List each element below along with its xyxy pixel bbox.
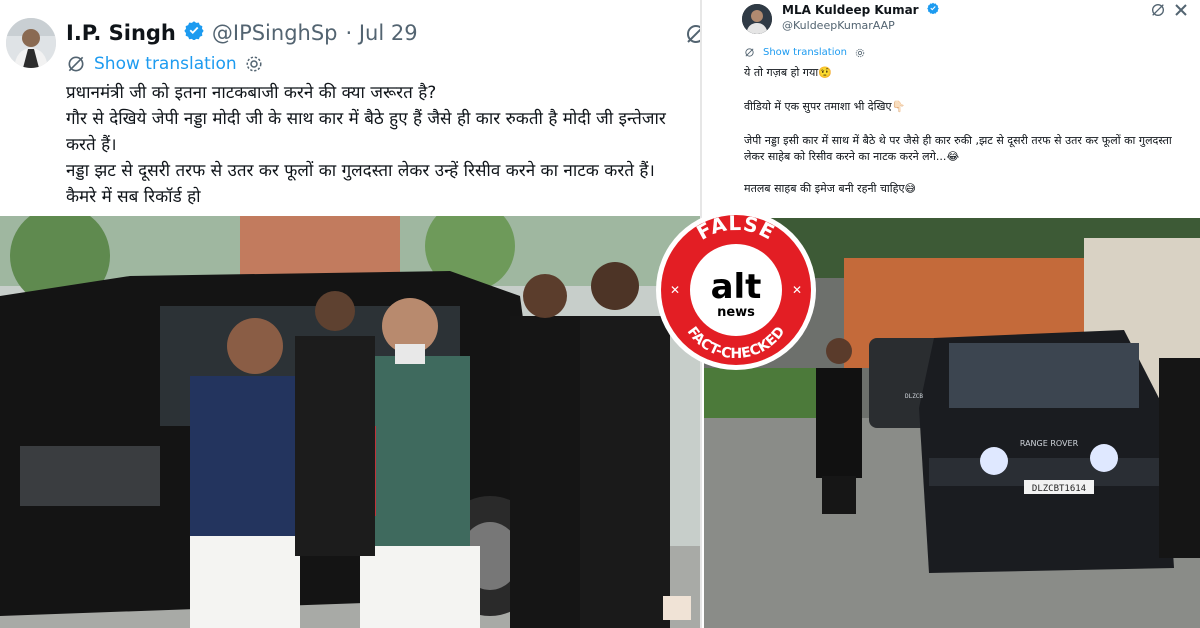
grok-slash-icon[interactable]	[1150, 2, 1166, 22]
handle[interactable]: @KuldeepKumarAAP	[782, 19, 895, 32]
left-tweet-screenshot: I.P. Singh @IPSinghSp · Jul 29 Show tran…	[0, 0, 700, 628]
tweet-text-line-1: ये तो गज़ब हो गया🤨	[744, 66, 832, 79]
verified-badge-icon	[926, 2, 939, 17]
show-translation-label[interactable]: Show translation	[763, 47, 847, 58]
verified-badge-icon	[184, 20, 204, 45]
grok-slash-icon[interactable]	[684, 22, 700, 50]
translate-icon	[745, 48, 754, 57]
side-plate-text: DLZCB	[905, 393, 923, 400]
badge-x-right-icon: ✕	[792, 283, 802, 297]
tweet-header: I.P. Singh @IPSinghSp · Jul 29	[66, 20, 418, 45]
alt-news-false-badge: FALSE FACT-CHECKED ✕ ✕ alt news	[654, 208, 818, 372]
license-plate-text: DLZCBT1614	[1032, 484, 1086, 494]
tweet-text: ये तो गज़ब हो गया🤨 वीडियो में एक सुपर तमा…	[744, 65, 1192, 197]
tweet-text-line-4: मतलब साहब की इमेज बनी रहनी चाहिए😅	[744, 182, 917, 195]
avatar[interactable]	[6, 18, 56, 68]
tweet-text-line-2: वीडियो में एक सुपर तमाशा भी देखिए👇🏻	[744, 100, 906, 113]
gear-icon[interactable]	[245, 55, 263, 73]
avatar-person-icon	[742, 4, 772, 34]
tweet-text-line-3: जेपी नड्डा इसी कार में साथ में बैठे थे प…	[744, 134, 1176, 163]
tweet-photo[interactable]	[0, 216, 700, 628]
display-name[interactable]: I.P. Singh	[66, 21, 176, 45]
show-translation-link[interactable]: Show translation	[66, 54, 263, 74]
badge-x-left-icon: ✕	[670, 283, 680, 297]
close-icon[interactable]	[1174, 2, 1188, 21]
photo-leaders-greeting-car	[0, 216, 700, 628]
badge-logo-text: alt	[711, 267, 762, 307]
fact-check-stamp-icon: FALSE FACT-CHECKED ✕ ✕ alt news	[656, 210, 816, 370]
translate-icon	[68, 56, 84, 72]
show-translation-label[interactable]: Show translation	[94, 54, 237, 74]
tweet-header: MLA Kuldeep Kumar	[782, 2, 939, 17]
display-name[interactable]: MLA Kuldeep Kumar	[782, 3, 919, 17]
badge-logo-sub-text: news	[717, 305, 755, 320]
avatar-person-icon	[6, 18, 56, 68]
show-translation-link[interactable]: Show translation	[744, 47, 865, 58]
avatar[interactable]	[742, 4, 772, 34]
tweet-text: प्रधानमंत्री जी को इतना नाटकबाजी करने की…	[66, 83, 666, 207]
gear-icon[interactable]	[855, 48, 865, 58]
tweet-date[interactable]: · Jul 29	[346, 21, 418, 45]
car-brand-text: RANGE ROVER	[1020, 439, 1079, 448]
handle[interactable]: @IPSinghSp	[212, 21, 338, 45]
